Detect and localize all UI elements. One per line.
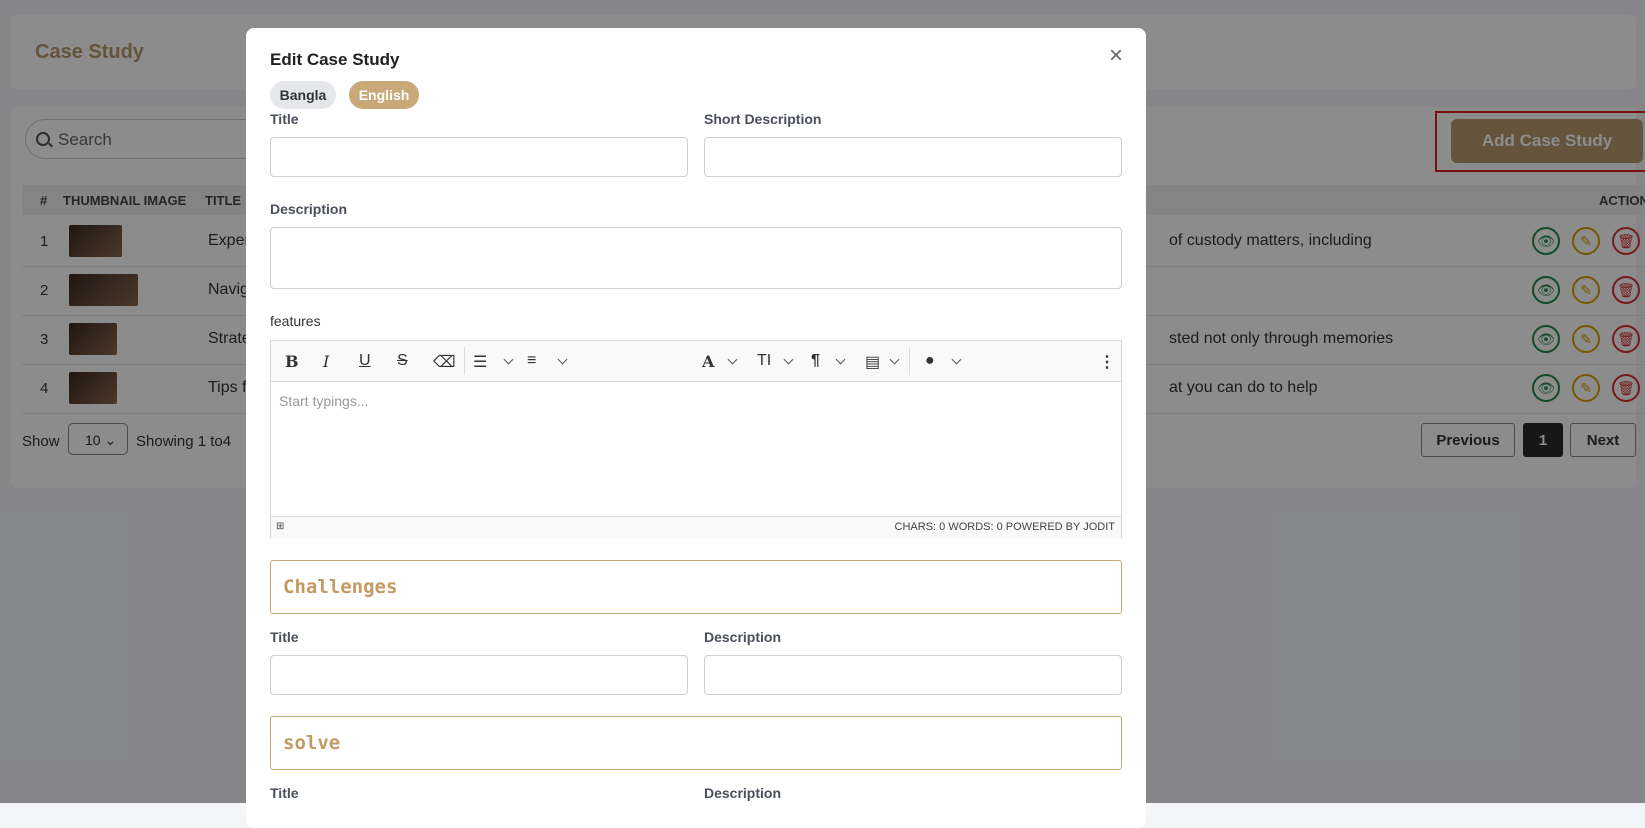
solve-title-label: Title: [270, 785, 299, 801]
chevron-down-icon[interactable]: [783, 354, 794, 365]
solve-heading: solve: [283, 732, 341, 754]
short-description-label: Short Description: [704, 111, 822, 127]
title-label: Title: [270, 111, 299, 127]
close-icon[interactable]: ×: [1109, 44, 1123, 68]
solve-description-label: Description: [704, 785, 782, 801]
toolbar-divider: [909, 347, 910, 375]
chevron-down-icon[interactable]: [727, 354, 738, 365]
title-input[interactable]: [270, 137, 688, 177]
solve-section: solve: [270, 716, 1122, 770]
editor-placeholder[interactable]: Start typings...: [279, 393, 368, 409]
features-editor: B I U S ⌫ ☰ ≡ A TI ¶ ▤ ● ⋮ Start typings…: [270, 340, 1122, 539]
tab-english[interactable]: English: [349, 81, 419, 109]
chevron-down-icon[interactable]: [557, 354, 568, 365]
features-label: features: [270, 313, 321, 329]
short-description-input[interactable]: [704, 137, 1122, 177]
more-icon[interactable]: ⋮: [1099, 352, 1115, 372]
underline-icon[interactable]: U: [359, 352, 371, 370]
line-height-icon[interactable]: ▤: [865, 352, 880, 372]
challenges-description-label: Description: [704, 629, 782, 645]
editor-status: CHARS: 0 WORDS: 0 POWERED BY JODIT: [894, 521, 1115, 533]
resize-handle-icon[interactable]: ⊞: [276, 521, 284, 532]
challenges-description-input[interactable]: [704, 655, 1122, 695]
description-label: Description: [270, 201, 348, 217]
paragraph-icon[interactable]: ¶: [811, 352, 820, 370]
description-textarea[interactable]: [270, 227, 1122, 289]
font-size-icon[interactable]: TI: [757, 352, 771, 370]
challenges-title-input[interactable]: [270, 655, 688, 695]
toolbar-divider: [464, 347, 465, 375]
chevron-down-icon[interactable]: [835, 354, 846, 365]
challenges-section: Challenges: [270, 560, 1122, 614]
bold-icon[interactable]: B: [285, 352, 299, 371]
italic-icon[interactable]: I: [323, 352, 329, 371]
tab-bangla[interactable]: Bangla: [270, 81, 336, 109]
chevron-down-icon[interactable]: [503, 354, 514, 365]
strikethrough-icon[interactable]: S: [397, 352, 408, 370]
challenges-title-label: Title: [270, 629, 299, 645]
bullet-list-icon[interactable]: ☰: [473, 352, 487, 372]
chevron-down-icon[interactable]: [951, 354, 962, 365]
numbered-list-icon[interactable]: ≡: [527, 352, 536, 370]
color-icon[interactable]: ●: [925, 352, 935, 370]
modal-title: Edit Case Study: [270, 50, 400, 69]
editor-statusbar: ⊞ CHARS: 0 WORDS: 0 POWERED BY JODIT: [271, 516, 1121, 539]
editor-toolbar: B I U S ⌫ ☰ ≡ A TI ¶ ▤ ● ⋮: [271, 341, 1121, 382]
edit-case-study-modal: Edit Case Study × Bangla English Title S…: [246, 28, 1146, 828]
eraser-icon[interactable]: ⌫: [433, 352, 456, 372]
font-icon[interactable]: A: [702, 352, 714, 371]
challenges-heading: Challenges: [283, 576, 398, 598]
chevron-down-icon[interactable]: [889, 354, 900, 365]
